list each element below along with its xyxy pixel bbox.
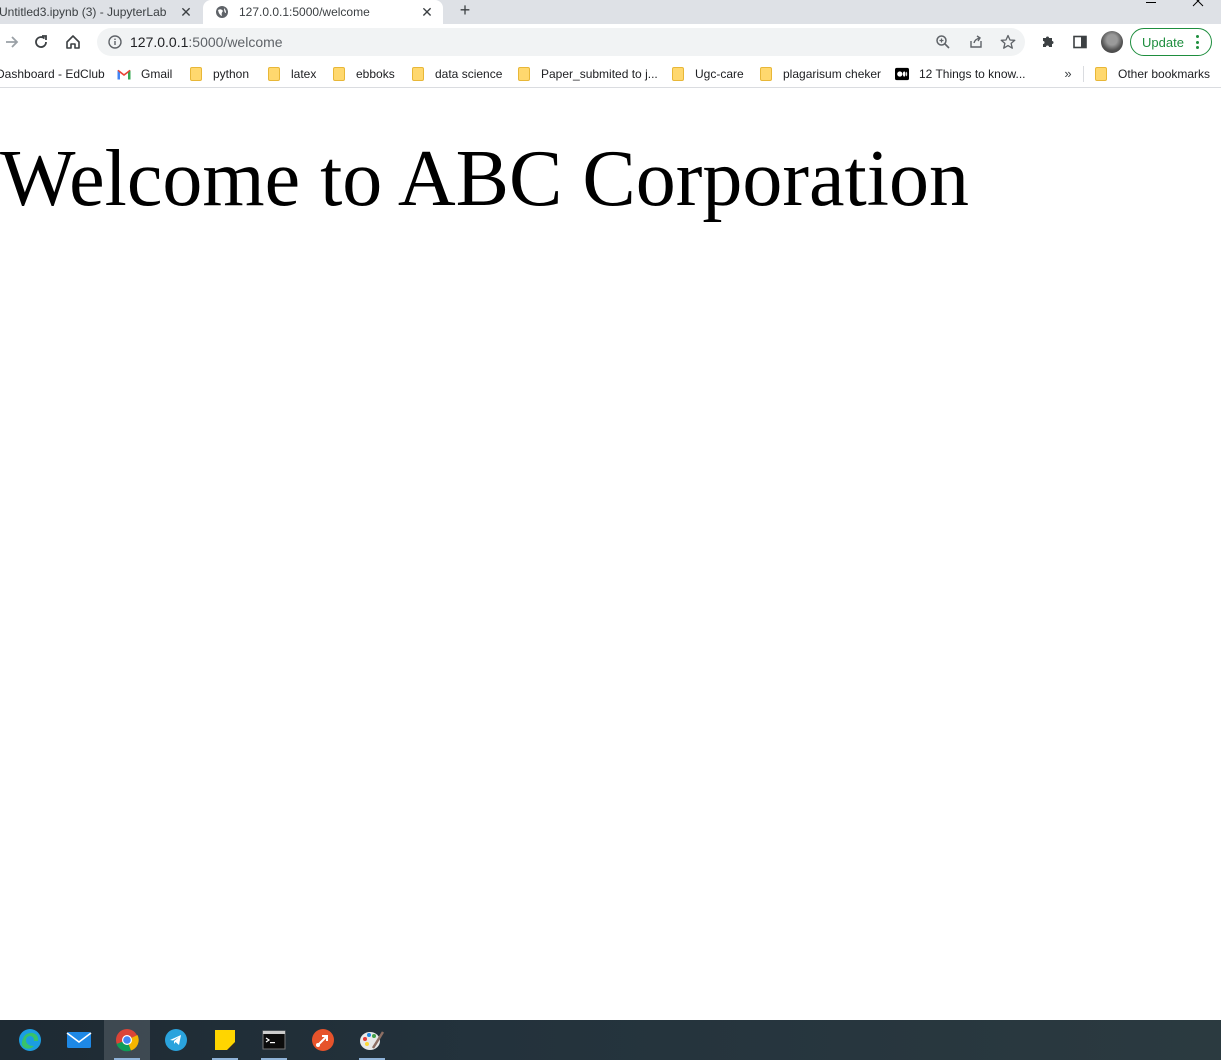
folder-icon — [671, 67, 685, 81]
bookmark-folder-data-science[interactable]: data science — [411, 65, 502, 83]
new-tab-button[interactable]: + — [455, 0, 475, 20]
bookmarks-overflow-button[interactable]: » — [1061, 64, 1075, 82]
page-heading: Welcome to ABC Corporation — [0, 135, 969, 223]
minimize-window-icon[interactable] — [1146, 0, 1156, 3]
bookmarks-bar: Dashboard - EdClub Gmail python latex eb… — [0, 60, 1221, 88]
chrome-icon[interactable] — [104, 1020, 150, 1060]
folder-icon — [189, 67, 203, 81]
zoom-icon[interactable] — [933, 32, 953, 52]
bookmark-folder-latex[interactable]: latex — [267, 65, 316, 83]
bookmark-gmail[interactable]: Gmail — [117, 65, 172, 83]
terminal-icon[interactable] — [251, 1020, 297, 1060]
close-window-icon[interactable] — [1192, 0, 1204, 7]
url-text: 127.0.0.1:5000/welcome — [130, 34, 283, 50]
bookmark-folder-ugc-care[interactable]: Ugc-care — [671, 65, 744, 83]
folder-icon — [517, 67, 531, 81]
folder-icon — [759, 67, 773, 81]
folder-icon — [332, 67, 346, 81]
folder-icon — [411, 67, 425, 81]
url-path: :5000/welcome — [188, 34, 283, 50]
url-host: 127.0.0.1 — [130, 34, 189, 50]
bookmark-folder-ebboks[interactable]: ebboks — [332, 65, 395, 83]
reload-icon[interactable] — [29, 30, 53, 54]
bookmark-label: Other bookmarks — [1118, 67, 1211, 81]
forward-arrow-icon[interactable] — [0, 30, 24, 54]
git-icon[interactable] — [300, 1020, 346, 1060]
profile-avatar[interactable] — [1101, 31, 1123, 53]
bookmark-label: 12 Things to know... — [919, 67, 1026, 81]
bookmark-label: Ugc-care — [695, 67, 744, 81]
menu-dots-icon[interactable] — [1196, 35, 1200, 49]
tab-jupyterlab[interactable]: Untitled3.ipynb (3) - JupyterLab ✕ — [0, 0, 202, 24]
page-content: Welcome to ABC Corporation — [0, 92, 1221, 1020]
share-icon[interactable] — [966, 32, 986, 52]
taskbar — [0, 1020, 1221, 1060]
bookmark-folder-plagiarism-checker[interactable]: plagarisum cheker — [759, 65, 881, 83]
mail-icon[interactable] — [56, 1020, 102, 1060]
folder-icon — [1094, 67, 1108, 81]
bookmark-label: Dashboard - EdClub — [0, 67, 105, 81]
bookmark-star-icon[interactable] — [998, 32, 1018, 52]
close-tab-icon[interactable]: ✕ — [419, 4, 435, 20]
edge-icon[interactable] — [7, 1020, 53, 1060]
bookmark-label: Paper_submited to j... — [541, 67, 658, 81]
screen: Untitled3.ipynb (3) - JupyterLab ✕ 127.0… — [0, 0, 1221, 1060]
bookmark-other-bookmarks[interactable]: Other bookmarks — [1094, 65, 1210, 83]
tab-welcome[interactable]: 127.0.0.1:5000/welcome ✕ — [203, 0, 443, 24]
tab-title: Untitled3.ipynb (3) - JupyterLab — [0, 5, 167, 19]
extensions-puzzle-icon[interactable] — [1036, 30, 1060, 54]
paint-icon[interactable] — [349, 1020, 395, 1060]
update-label: Update — [1142, 34, 1184, 50]
gmail-icon — [117, 67, 131, 81]
home-icon[interactable] — [61, 30, 85, 54]
bookmark-folder-python[interactable]: python — [189, 65, 249, 83]
bookmarks-divider — [1083, 66, 1084, 82]
site-info-icon[interactable] — [107, 34, 123, 50]
browser-toolbar: 127.0.0.1:5000/welcome Update — [0, 24, 1221, 60]
telegram-icon[interactable] — [153, 1020, 199, 1060]
side-panel-icon[interactable] — [1068, 30, 1092, 54]
bookmark-label: Gmail — [141, 67, 173, 81]
update-button[interactable]: Update — [1130, 28, 1212, 56]
bookmark-label: plagarisum cheker — [783, 67, 882, 81]
bookmark-label: python — [213, 67, 250, 81]
tab-title: 127.0.0.1:5000/welcome — [239, 5, 370, 19]
globe-icon — [215, 5, 229, 19]
bookmark-label: latex — [291, 67, 317, 81]
close-tab-icon[interactable]: ✕ — [178, 4, 194, 20]
bookmark-label: ebboks — [356, 67, 395, 81]
bookmark-medium-article[interactable]: 12 Things to know... — [895, 65, 1026, 83]
sticky-notes-icon[interactable] — [202, 1020, 248, 1060]
medium-icon — [895, 67, 909, 81]
bookmark-edclub[interactable]: Dashboard - EdClub — [0, 65, 105, 83]
folder-icon — [267, 67, 281, 81]
bookmark-label: data science — [435, 67, 503, 81]
bookmark-folder-paper-submitted[interactable]: Paper_submited to j... — [517, 65, 658, 83]
address-bar[interactable]: 127.0.0.1:5000/welcome — [97, 28, 1025, 56]
tab-strip: Untitled3.ipynb (3) - JupyterLab ✕ 127.0… — [0, 0, 1221, 24]
